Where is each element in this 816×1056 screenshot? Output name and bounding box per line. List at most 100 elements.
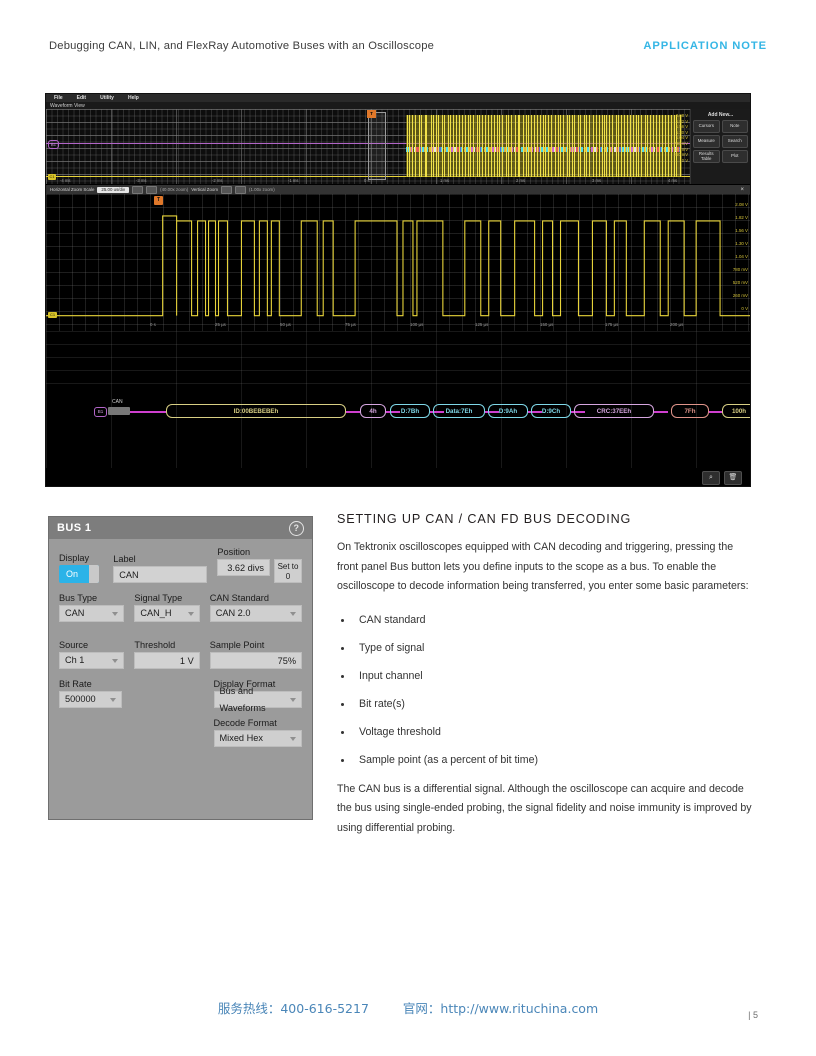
overview-spike xyxy=(499,115,500,177)
menu-item-edit[interactable]: Edit xyxy=(77,95,86,101)
display-toggle-value: On xyxy=(59,569,78,579)
zoom-voltage-tick: 1.04 V xyxy=(733,250,748,263)
zoom-in-button[interactable] xyxy=(132,186,143,194)
bus-type-select[interactable]: CAN xyxy=(59,605,124,622)
bus-decode-segment[interactable]: D:7Bh xyxy=(390,404,430,418)
overview-plot[interactable]: B1 C1 T 2.08 V1.82 V1.56 V1.30 V1.04 V78… xyxy=(46,109,690,184)
horizontal-zoom-scale-value[interactable]: 25.00 us/div xyxy=(97,187,129,193)
article-column: SETTING UP CAN / CAN FD BUS DECODING On … xyxy=(337,512,757,852)
overview-spike xyxy=(462,115,463,177)
bus-decode-connector xyxy=(346,411,360,413)
overview-spike xyxy=(444,115,445,177)
source-select[interactable]: Ch 1 xyxy=(59,652,124,669)
overview-spike xyxy=(633,115,634,177)
bus-decode-segment[interactable]: ID:00BEBEBEh xyxy=(166,404,346,418)
horizontal-zoom-factor: (40.00x zoom) xyxy=(160,187,188,192)
overview-spike xyxy=(580,115,581,177)
source-value: Ch 1 xyxy=(65,652,84,669)
overview-bus-icon[interactable]: B1 xyxy=(48,140,59,149)
bus-type-value: CAN xyxy=(65,605,84,622)
zoom-icon[interactable]: ⌕ xyxy=(702,471,720,485)
overview-spike xyxy=(574,115,575,177)
measure-button[interactable]: Measure xyxy=(693,135,720,148)
set-to-zero-button[interactable]: Set to 0 xyxy=(274,559,302,583)
results-table-button[interactable]: Results Table xyxy=(693,150,720,163)
bus-decode-segment[interactable]: 7Fh xyxy=(671,404,709,418)
article-bullet: Sample point (as a percent of bit time) xyxy=(337,751,757,770)
article-bullet: CAN standard xyxy=(337,611,757,630)
chevron-down-icon xyxy=(110,698,116,702)
can-standard-select[interactable]: CAN 2.0 xyxy=(210,605,302,622)
overview-spike xyxy=(412,115,413,177)
decode-format-label: Decode Format xyxy=(214,718,302,728)
document-title: Debugging CAN, LIN, and FlexRay Automoti… xyxy=(49,40,434,52)
display-toggle[interactable]: On xyxy=(59,565,99,583)
add-new-title: Add New... xyxy=(693,112,748,118)
application-note-label: APPLICATION NOTE xyxy=(643,40,767,52)
position-input[interactable]: 3.62 divs xyxy=(217,559,270,576)
menu-item-help[interactable]: Help xyxy=(128,95,139,101)
sample-point-input[interactable]: 75% xyxy=(210,652,302,669)
vertical-zoom-label: Vertical Zoom xyxy=(191,187,218,192)
zoom-trigger-marker[interactable]: T xyxy=(154,196,163,205)
decode-format-select[interactable]: Mixed Hex xyxy=(214,730,302,747)
add-new-panel: Add New... Cursors Note Measure Search R… xyxy=(690,109,750,184)
zoom-time-tick: 125 µs xyxy=(475,322,488,327)
cursors-button[interactable]: Cursors xyxy=(693,120,720,133)
bus-decode-segment[interactable]: 100h xyxy=(722,404,751,418)
zoom-waveform-plot[interactable]: T C1 2.08 V1.82 V1.56 V1.30 V1.04 V780 m… xyxy=(46,194,750,331)
overview-spike xyxy=(465,115,466,177)
article-paragraph-2: The CAN bus is a differential signal. Al… xyxy=(337,780,757,839)
label-label: Label xyxy=(113,554,207,564)
vertical-zoom-out-button[interactable] xyxy=(235,186,246,194)
overview-zoom-selection[interactable] xyxy=(368,112,386,180)
chevron-down-icon xyxy=(290,737,296,741)
zoom-voltage-tick: 2.08 V xyxy=(733,198,748,211)
bus-decode-segment[interactable]: D:9Ch xyxy=(531,404,571,418)
overview-spike xyxy=(593,115,594,177)
overview-spike xyxy=(609,115,610,177)
zoom-ch1-icon[interactable]: C1 xyxy=(48,312,57,318)
trash-icon[interactable]: 🗑 xyxy=(724,471,742,485)
label-input[interactable]: CAN xyxy=(113,566,207,583)
overview-time-tick: -1 ms xyxy=(288,178,298,183)
decode-format-value: Mixed Hex xyxy=(220,730,263,747)
bus-decode-segment[interactable]: CRC:37EEh xyxy=(574,404,654,418)
bit-rate-select[interactable]: 500000 xyxy=(59,691,122,708)
overview-spike xyxy=(526,115,527,177)
bus-dialog-title: BUS 1 xyxy=(57,522,91,534)
search-button[interactable]: Search xyxy=(722,135,749,148)
waveform-view-label: Waveform View xyxy=(46,102,750,109)
zoom-out-button[interactable] xyxy=(146,186,157,194)
menu-item-file[interactable]: File xyxy=(54,95,63,101)
overview-time-tick: 4 ms xyxy=(668,178,677,183)
overview-spike xyxy=(485,115,486,177)
bus-decode-segment[interactable]: D:9Ah xyxy=(488,404,528,418)
article-heading: SETTING UP CAN / CAN FD BUS DECODING xyxy=(337,512,757,526)
chevron-down-icon xyxy=(112,612,118,616)
bus-decode-badge[interactable] xyxy=(108,407,130,415)
overview-trigger-marker[interactable]: T xyxy=(367,110,376,118)
plot-button[interactable]: Plot xyxy=(722,150,749,163)
chevron-down-icon xyxy=(188,612,194,616)
help-icon[interactable]: ? xyxy=(289,521,304,536)
note-button[interactable]: Note xyxy=(722,120,749,133)
footer-website[interactable]: 官网：http://www.rituchina.com xyxy=(403,1001,598,1016)
bus-decode-segment[interactable]: Data:7Eh xyxy=(433,404,485,418)
threshold-input[interactable]: 1 V xyxy=(134,652,199,669)
bus-decode-segment[interactable]: 4h xyxy=(360,404,386,418)
close-icon[interactable]: × xyxy=(740,187,746,193)
vertical-zoom-factor: (1.00x zoom) xyxy=(249,187,275,192)
zoom-time-tick: 175 µs xyxy=(605,322,618,327)
overview-voltage-labels: 2.08 V1.82 V1.56 V1.30 V1.04 V780 mV520 … xyxy=(674,113,688,163)
position-label: Position xyxy=(217,547,302,557)
zoom-voltage-tick: 1.82 V xyxy=(733,211,748,224)
menu-item-utility[interactable]: Utility xyxy=(100,95,114,101)
bus-decode-icon[interactable]: B1 xyxy=(94,407,107,417)
overview-spike xyxy=(584,115,585,177)
overview-spike xyxy=(560,115,561,177)
signal-type-select[interactable]: CAN_H xyxy=(134,605,199,622)
display-format-select[interactable]: Bus and Waveforms xyxy=(214,691,302,708)
vertical-zoom-in-button[interactable] xyxy=(221,186,232,194)
overview-spike xyxy=(456,115,457,177)
